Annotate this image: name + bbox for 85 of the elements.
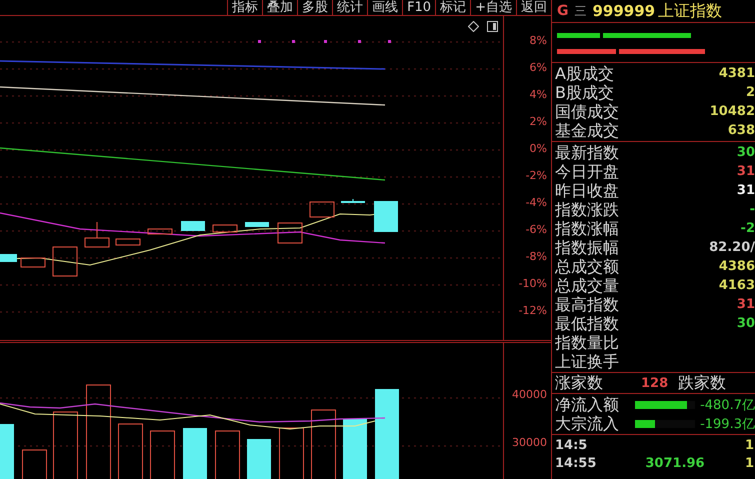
tick-volume: 1 [745, 456, 754, 470]
stat-label: B股成交 [555, 84, 614, 102]
candlestick [20, 258, 46, 268]
axis-label: 8% [530, 34, 547, 48]
volume-bar [215, 430, 240, 479]
axis-label: -10% [518, 277, 547, 291]
stat-value: 30 [736, 145, 755, 160]
stat-label: A股成交 [555, 64, 614, 82]
candlestick [116, 238, 140, 246]
stat-label: 大宗流入 [555, 414, 619, 432]
menu-icon[interactable]: 三 [574, 2, 586, 20]
stat-label: 基金成交 [555, 122, 619, 140]
stat-label: 今日开盘 [555, 162, 619, 180]
stat-label: 涨家数 [555, 374, 603, 392]
candlestick [181, 221, 205, 231]
stat-value: -480.7亿 [700, 396, 755, 414]
axis-label: -6% [526, 223, 547, 237]
volume-bar [279, 428, 304, 479]
stat-value: 128 [641, 376, 668, 390]
candlestick [374, 201, 398, 232]
candlestick [310, 202, 334, 218]
tick-price: 3071.96 [644, 456, 706, 470]
stat-label: 昨日收盘 [555, 182, 619, 200]
candlestick [245, 222, 269, 227]
axis-label: 2% [530, 115, 547, 129]
volume-bar [22, 450, 47, 479]
volume-bar [53, 412, 78, 479]
stat-label: 最低指数 [555, 314, 619, 332]
stat-value: 4163 [718, 278, 755, 293]
stat-value: 31 [736, 183, 755, 198]
stat-value: 2 [746, 85, 755, 100]
axis-label: -4% [526, 196, 547, 210]
market-label: G [557, 3, 568, 19]
stat-label: 国债成交 [555, 102, 619, 120]
axis-label: 30000 [512, 436, 547, 450]
tick-time: 14:55 [555, 456, 598, 470]
candlestick [212, 224, 238, 232]
axis-label: -2% [526, 169, 547, 183]
stat-value: 30 [736, 316, 755, 331]
volume-bar [343, 419, 367, 479]
volume-bar [118, 424, 143, 479]
candlestick [0, 254, 17, 262]
tick-volume: 1 [745, 438, 754, 452]
candlestick [84, 222, 110, 248]
stat-label: 上证换手 [555, 352, 619, 370]
diamond-icon[interactable] [468, 21, 479, 32]
stat-label: 指数振幅 [555, 238, 619, 256]
axis-label: 40000 [512, 388, 547, 402]
volume-bar [183, 428, 207, 479]
stat-value: -199.3亿 [700, 416, 755, 432]
stat-value: 4381 [718, 66, 755, 81]
stat-label: 最新指数 [555, 144, 619, 162]
index-name: 上证指数 [658, 0, 722, 22]
stat-label: 指数涨幅 [555, 220, 619, 238]
stat-label: 指数量比 [555, 334, 619, 352]
candlestick [341, 198, 365, 203]
stat-label: 最高指数 [555, 296, 619, 314]
stat-label: 净流入额 [555, 396, 619, 414]
axis-label: -8% [526, 250, 547, 264]
stat-value: 82.20/ [709, 240, 755, 255]
volume-bar [150, 430, 175, 479]
candlestick [52, 246, 78, 276]
volume-bar [0, 424, 14, 479]
candlestick [148, 228, 172, 234]
stat-label: 总成交额 [555, 258, 619, 276]
candlestick [278, 222, 302, 244]
stat-label: 指数涨跌 [555, 200, 619, 218]
stat-value: 31 [736, 297, 755, 312]
stat-value: 10482 [710, 104, 755, 119]
axis-label: -12% [518, 304, 547, 318]
stat-value: 4386 [718, 259, 755, 274]
stat-label: 跌家数 [678, 374, 726, 392]
stat-value: - [750, 202, 755, 217]
volume-bar [247, 439, 271, 479]
volume-bar [311, 410, 336, 479]
stat-value: 638 [728, 123, 755, 138]
axis-label: 0% [530, 142, 547, 156]
stat-value: -2 [740, 221, 755, 236]
stat-label: 总成交量 [555, 276, 619, 294]
tick-time: 14:5 [555, 438, 588, 452]
axis-label: 4% [530, 88, 547, 102]
axis-label: 6% [530, 61, 547, 75]
stock-code: 999999 [592, 2, 656, 20]
stat-value: 31 [736, 164, 755, 179]
panel-toggle-icon[interactable] [487, 21, 498, 32]
